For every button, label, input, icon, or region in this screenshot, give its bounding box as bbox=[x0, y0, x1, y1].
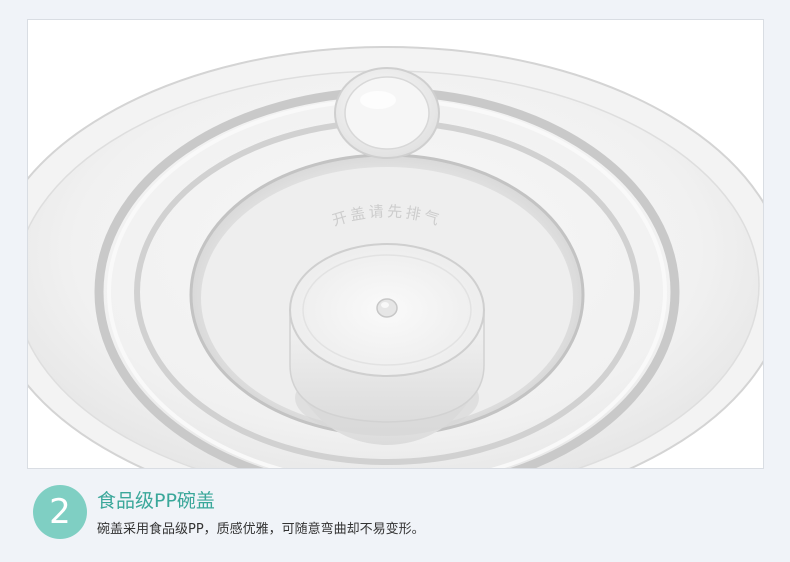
feature-title: 食品级PP碗盖 bbox=[97, 490, 215, 512]
knob-center-dot bbox=[376, 298, 398, 318]
knob-center-dot-highlight bbox=[381, 302, 389, 308]
product-feature-panel: 开盖请先排气 2 食品级PP碗盖 碗盖采用食品级PP，质感优雅，可随意弯曲却不易… bbox=[0, 0, 790, 562]
bowl-lid-illustration: 开盖请先排气 bbox=[28, 46, 763, 468]
step-number: 2 bbox=[49, 492, 71, 532]
feature-description: 碗盖采用食品级PP，质感优雅，可随意弯曲却不易变形。 bbox=[97, 522, 425, 537]
step-number-badge: 2 bbox=[33, 485, 87, 539]
vent-valve-highlight bbox=[360, 91, 396, 109]
vent-valve-inner bbox=[344, 76, 430, 150]
product-photo: 开盖请先排气 bbox=[27, 19, 764, 469]
